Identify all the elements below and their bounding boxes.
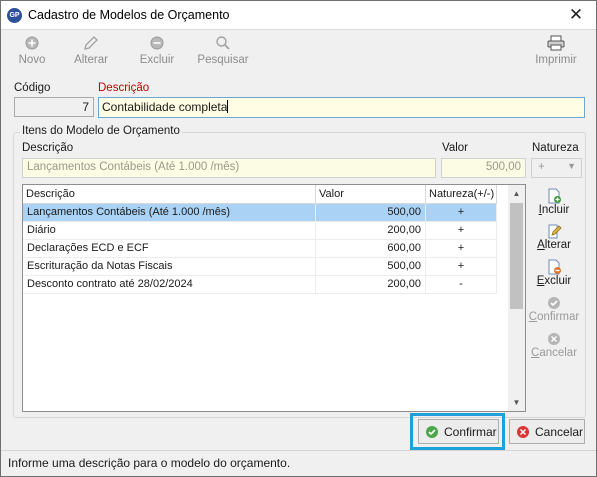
confirmar-button[interactable]: Confirmar — [418, 419, 499, 444]
confirmar-label: Confirmar — [444, 424, 497, 439]
confirmar-item-label: onfirmar — [537, 311, 580, 323]
plus-circle-icon — [13, 33, 51, 53]
cell-valor: 200,00 — [316, 276, 426, 294]
col-header-descricao[interactable]: Descrição — [23, 185, 316, 204]
cell-descricao: Escrituração da Notas Fiscais — [23, 258, 316, 276]
item-valor-label: Valor — [442, 142, 468, 154]
excluir-item-button[interactable]: Excluir — [531, 259, 577, 287]
cancelar-label: Cancelar — [535, 424, 584, 439]
confirmar-item-button[interactable]: Confirmar — [528, 295, 580, 323]
check-circle-icon — [425, 425, 439, 439]
alterar-label: Alterar — [74, 54, 108, 66]
x-circle-icon — [531, 331, 577, 347]
title-bar: GP Cadastro de Modelos de Orçamento ✕ — [1, 1, 596, 30]
cancelar-item-label: ancelar — [539, 347, 578, 359]
cell-natureza: + — [426, 222, 497, 240]
alterar-item-button[interactable]: Alterar — [531, 223, 577, 251]
table-row[interactable]: Lançamentos Contábeis (Até 1.000 /mês) 5… — [23, 204, 497, 222]
item-descricao-label: Descrição — [22, 142, 74, 154]
excluir-button[interactable]: Excluir — [136, 33, 178, 66]
descricao-value: Contabilidade completa — [102, 100, 228, 114]
pesquisar-button[interactable]: Pesquisar — [195, 33, 251, 66]
close-button[interactable]: ✕ — [556, 1, 596, 30]
items-grid[interactable]: Descrição Valor Natureza(+/-) Lançamento… — [22, 184, 526, 412]
text-caret — [227, 100, 229, 113]
natureza-selected-value: + — [538, 161, 545, 173]
novo-button[interactable]: Novo — [13, 33, 51, 66]
cell-natureza: - — [426, 276, 497, 294]
status-message: Informe uma descrição para o modelo do o… — [8, 456, 291, 470]
cell-descricao: Declarações ECD e ECF — [23, 240, 316, 258]
x-circle-icon — [516, 425, 530, 439]
scroll-down-icon[interactable]: ▼ — [508, 394, 525, 411]
codigo-label: Código — [14, 82, 51, 94]
item-natureza-select: + ▼ — [531, 158, 582, 178]
toolbar: Novo Alterar Excluir Pesquisar Imprimir — [1, 31, 596, 73]
cell-valor: 500,00 — [316, 258, 426, 276]
item-valor-field: 500,00 — [441, 158, 526, 178]
add-document-icon — [531, 188, 577, 204]
table-row[interactable]: Declarações ECD e ECF 600,00 + — [23, 240, 497, 258]
excluir-item-label: xcluir — [544, 275, 572, 287]
cancelar-button[interactable]: Cancelar — [509, 419, 585, 444]
dialog-window: GP Cadastro de Modelos de Orçamento ✕ No… — [0, 0, 597, 477]
item-descricao-field: Lançamentos Contábeis (Até 1.000 /mês) — [22, 158, 436, 178]
alterar-button[interactable]: Alterar — [69, 33, 113, 66]
incluir-label: ncluir — [541, 204, 570, 216]
table-row[interactable]: Escrituração da Notas Fiscais 500,00 + — [23, 258, 497, 276]
pesquisar-label: Pesquisar — [197, 54, 249, 66]
descricao-input[interactable]: Contabilidade completa — [98, 97, 585, 118]
descricao-label: Descrição — [98, 82, 150, 94]
items-group-title: Itens do Modelo de Orçamento — [20, 125, 182, 137]
minus-circle-icon — [136, 33, 178, 53]
incluir-item-button[interactable]: Incluir — [531, 188, 577, 216]
cell-descricao: Desconto contrato até 28/02/2024 — [23, 276, 316, 294]
col-header-natureza[interactable]: Natureza(+/-) — [426, 185, 497, 204]
codigo-field: 7 — [14, 97, 94, 117]
delete-document-icon — [531, 259, 577, 275]
status-bar: Informe uma descrição para o modelo do o… — [1, 450, 596, 476]
alterar-item-label: lterar — [544, 239, 571, 251]
table-row[interactable]: Desconto contrato até 28/02/2024 200,00 … — [23, 276, 497, 294]
chevron-down-icon: ▼ — [567, 161, 576, 171]
cell-valor: 500,00 — [316, 204, 426, 222]
scroll-up-icon[interactable]: ▲ — [508, 185, 525, 202]
app-logo-icon: GP — [7, 8, 22, 23]
item-natureza-label: Natureza — [532, 142, 579, 154]
imprimir-button[interactable]: Imprimir — [531, 33, 581, 66]
imprimir-label: Imprimir — [535, 54, 577, 66]
printer-icon — [531, 33, 581, 53]
cell-natureza: + — [426, 258, 497, 276]
novo-label: Novo — [18, 54, 46, 66]
grid-header: Descrição Valor Natureza(+/-) — [23, 185, 509, 204]
table-row[interactable]: Diário 200,00 + — [23, 222, 497, 240]
magnifier-icon — [195, 33, 251, 53]
cancelar-item-button[interactable]: Cancelar — [531, 331, 577, 359]
edit-document-icon — [531, 223, 577, 239]
pencil-icon — [69, 33, 113, 53]
cell-valor: 200,00 — [316, 222, 426, 240]
cell-natureza: + — [426, 204, 497, 222]
scroll-thumb[interactable] — [510, 203, 523, 309]
col-header-valor[interactable]: Valor — [316, 185, 426, 204]
window-title: Cadastro de Modelos de Orçamento — [28, 8, 230, 22]
cell-valor: 600,00 — [316, 240, 426, 258]
check-circle-icon — [528, 295, 580, 311]
cell-natureza: + — [426, 240, 497, 258]
grid-vertical-scrollbar[interactable]: ▲ ▼ — [508, 185, 525, 411]
cell-descricao: Lançamentos Contábeis (Até 1.000 /mês) — [23, 204, 316, 222]
excluir-label: Excluir — [139, 54, 175, 66]
alterar-mnemonic: A — [537, 239, 545, 251]
cell-descricao: Diário — [23, 222, 316, 240]
confirmar-mnemonic: C — [528, 311, 538, 323]
